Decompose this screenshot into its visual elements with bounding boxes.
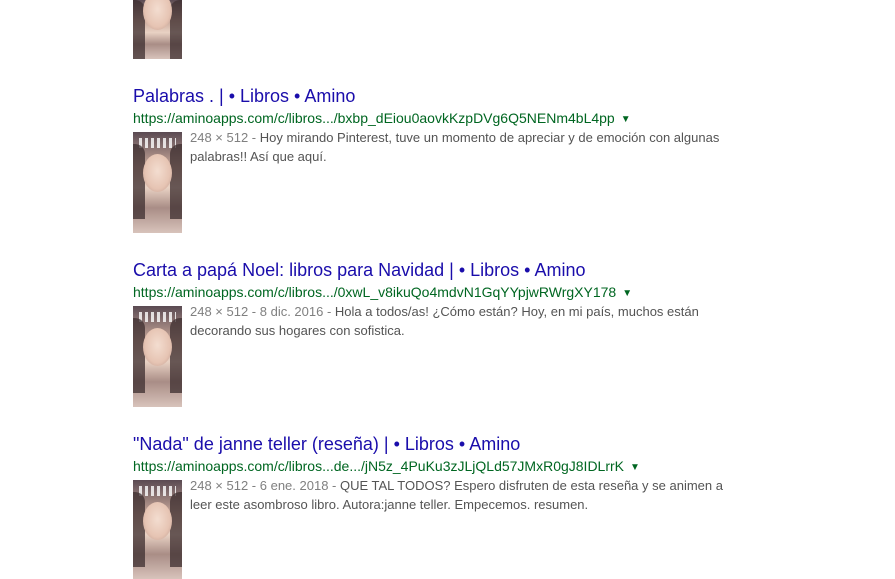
result-snippet: 248 × 512 - 8 dic. 2016 - Hola a todos/a… [190, 303, 730, 340]
result-url-text: https://aminoapps.com/c/libros.../0xwL_v… [133, 284, 617, 300]
result-meta: 248 × 512 - 8 dic. 2016 - [190, 304, 335, 319]
dropdown-caret-icon[interactable]: ▼ [630, 462, 640, 473]
search-result: Carta a papá Noel: libros para Navidad |… [133, 260, 733, 410]
thumbnail-face [143, 502, 172, 540]
thumbnail-hair [170, 144, 182, 219]
thumbnail-hair [133, 318, 145, 393]
result-snippet: 248 × 512 - Hoy mirando Pinterest, tuve … [190, 129, 730, 166]
thumbnail-face [143, 0, 172, 30]
result-title-link[interactable]: Carta a papá Noel: libros para Navidad |… [133, 260, 586, 281]
result-url: https://aminoapps.com/c/libros.../0xwL_v… [133, 284, 632, 300]
search-result: Palabras . | • Libros • Amino https://am… [133, 86, 733, 236]
result-url-text: https://aminoapps.com/c/libros.../bxbp_d… [133, 110, 615, 126]
result-thumbnail[interactable] [133, 0, 182, 59]
result-title-link[interactable]: "Nada" de janne teller (reseña) | • Libr… [133, 434, 520, 455]
result-url: https://aminoapps.com/c/libros.../bxbp_d… [133, 110, 631, 126]
result-title-link[interactable]: Palabras . | • Libros • Amino [133, 86, 355, 107]
thumbnail-hair [133, 492, 145, 567]
thumbnail-face [143, 154, 172, 192]
result-url: https://aminoapps.com/c/libros...de.../j… [133, 458, 640, 474]
result-url-text: https://aminoapps.com/c/libros...de.../j… [133, 458, 625, 474]
result-thumbnail[interactable] [133, 306, 182, 407]
thumbnail-crown [139, 486, 176, 496]
thumbnail-face [143, 328, 172, 366]
search-result: "Nada" de janne teller (reseña) | • Libr… [133, 434, 733, 579]
result-thumbnail[interactable] [133, 132, 182, 233]
result-meta: 248 × 512 - 6 ene. 2018 - [190, 478, 340, 493]
thumbnail-hair [170, 492, 182, 567]
thumbnail-hair [133, 144, 145, 219]
dropdown-caret-icon[interactable]: ▼ [621, 114, 631, 125]
dropdown-caret-icon[interactable]: ▼ [622, 288, 632, 299]
thumbnail-crown [139, 312, 176, 322]
thumbnail-crown [139, 138, 176, 148]
result-snippet-text: Hoy mirando Pinterest, tuve un momento d… [190, 130, 720, 164]
result-snippet: 248 × 512 - 6 ene. 2018 - QUE TAL TODOS?… [190, 477, 730, 514]
result-meta: 248 × 512 - [190, 130, 260, 145]
result-thumbnail[interactable] [133, 480, 182, 579]
thumbnail-hair [170, 318, 182, 393]
